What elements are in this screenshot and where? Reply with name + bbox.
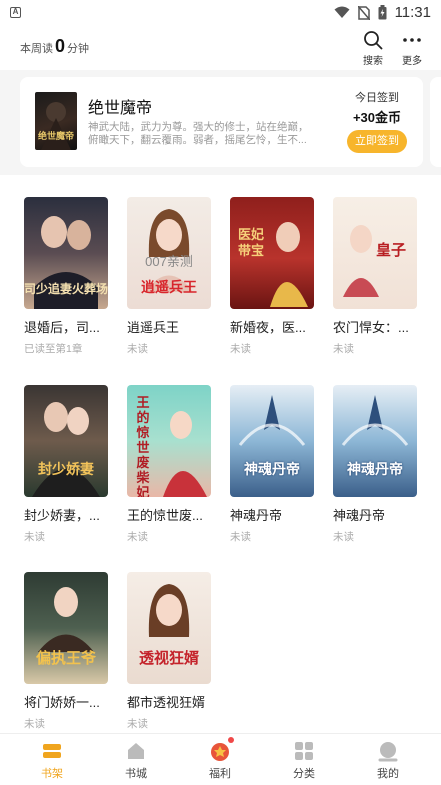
tab-bookstore[interactable]: 书城 [106, 740, 166, 781]
tab-label: 书城 [125, 768, 147, 780]
book-title: 退婚后，司... [24, 320, 100, 335]
week-minutes: 0 [55, 36, 66, 56]
cover-text: 皇子 [375, 242, 406, 259]
week-suffix: 分钟 [67, 43, 90, 55]
book-title: 封少娇妻，... [24, 508, 100, 523]
reading-status: 未读 [24, 531, 45, 543]
tab-label: 书架 [41, 768, 63, 780]
tab-welfare[interactable]: 福利 [190, 737, 250, 781]
book-item[interactable]: 神魂丹帝 神魂丹帝 未读 [230, 385, 314, 544]
cover-art [32, 402, 100, 497]
bookstore-icon [125, 740, 147, 762]
book-cover[interactable]: 王的惊世废柴妃 [127, 385, 211, 497]
weekly-reading-time: 本周读 0 分钟 [20, 36, 89, 57]
gift-icon [209, 737, 234, 762]
reading-status: 未读 [333, 343, 354, 355]
profile-icon [377, 740, 399, 762]
cover-text: 逍遥兵王 [141, 279, 197, 295]
cover-text: 偏执王爷 [35, 650, 96, 667]
book-title: 神魂丹帝 [333, 508, 386, 523]
tab-label: 分类 [293, 768, 315, 780]
signin-book-cover[interactable]: 绝世魔帝 [35, 92, 77, 150]
book-cover[interactable]: 神魂丹帝 [333, 385, 417, 497]
cover-text: 神魂丹帝 [244, 461, 300, 477]
wifi-icon [334, 6, 350, 18]
reading-status: 未读 [127, 718, 148, 730]
more-label: 更多 [402, 56, 422, 67]
status-bar: A 11:31 [0, 0, 441, 26]
tab-label: 福利 [209, 768, 231, 780]
signin-book-description: 神武大陆，武力为尊。强大的修士，站在绝巅，俯瞰天下，翻云覆雨。弱者，摇尾乞怜，生… [88, 121, 309, 146]
book-item[interactable]: 神魂丹帝 神魂丹帝 未读 [333, 385, 417, 544]
tab-category[interactable]: 分类 [274, 740, 334, 781]
bookshelf-grid: 司少追妻火葬场 退婚后，司... 已读至第1章 007亲测 逍遥兵王 逍遥兵王 … [0, 175, 441, 733]
more-icon [403, 38, 421, 42]
reading-status: 未读 [230, 343, 251, 355]
next-card-peek[interactable] [430, 77, 441, 167]
no-sim-icon [357, 5, 370, 20]
reading-status: 未读 [24, 718, 45, 730]
book-item[interactable]: 偏执王爷 将门娇娇一... 未读 [24, 572, 108, 731]
book-title: 新婚夜，医... [230, 320, 306, 335]
tab-profile[interactable]: 我的 [358, 740, 418, 781]
cover-text: 司少追妻火葬场 [24, 282, 108, 296]
signin-book-title: 绝世魔帝 [88, 100, 153, 117]
book-cover[interactable]: 封少娇妻 [24, 385, 108, 497]
signin-cover-text: 绝世魔帝 [37, 131, 74, 141]
app-notification-icon: A [10, 7, 21, 18]
cover-text: 王的惊世废柴妃 [136, 395, 150, 497]
search-label: 搜索 [363, 56, 383, 67]
battery-icon [378, 5, 387, 20]
book-cover[interactable]: 皇子 [333, 197, 417, 309]
shelf-header: 本周读 0 分钟 搜索 更多 [0, 26, 441, 70]
signin-button[interactable]: 立即签到 [347, 130, 407, 153]
search-button[interactable]: 搜索 [359, 30, 387, 67]
daily-signin-card[interactable]: 绝世魔帝 绝世魔帝 神武大陆，武力为尊。强大的修士，站在绝巅，俯瞰天下，翻云覆雨… [20, 77, 423, 167]
today-signin-label: 今日签到 [355, 92, 399, 104]
cover-art [341, 395, 409, 446]
book-item[interactable]: 透视狂婿 都市透视狂婿 未读 [127, 572, 211, 731]
book-cover[interactable]: 司少追妻火葬场 [24, 197, 108, 309]
reading-status: 未读 [230, 531, 251, 543]
book-cover[interactable]: 透视狂婿 [127, 572, 211, 684]
search-icon [364, 31, 383, 50]
book-title: 逍遥兵王 [127, 320, 180, 335]
cover-watermark: 007亲测 [145, 254, 193, 269]
week-prefix: 本周读 [20, 43, 53, 55]
bookshelf-icon [41, 740, 63, 762]
book-item[interactable]: 医妃带宝 新婚夜，医... 未读 [230, 197, 314, 356]
tab-label: 我的 [377, 768, 399, 780]
cover-text: 透视狂婿 [138, 650, 199, 667]
book-title: 农门悍女：... [333, 320, 409, 335]
bottom-tab-bar: 书架 书城 福利 分类 我的 [0, 733, 441, 785]
reading-status: 未读 [127, 343, 148, 355]
book-item[interactable]: 司少追妻火葬场 退婚后，司... 已读至第1章 [24, 197, 108, 356]
reading-status: 未读 [333, 531, 354, 543]
reading-status: 已读至第1章 [24, 343, 83, 355]
book-item[interactable]: 封少娇妻 封少娇妻，... 未读 [24, 385, 108, 544]
category-icon [293, 740, 315, 762]
book-title: 都市透视狂婿 [127, 695, 206, 710]
cover-text: 医妃带宝 [237, 227, 264, 258]
book-item[interactable]: 王的惊世废柴妃 王的惊世废... 未读 [127, 385, 211, 544]
book-title: 将门娇娇一... [24, 695, 100, 710]
signin-reward: +30金币 [352, 110, 401, 125]
book-title: 王的惊世废... [127, 508, 203, 523]
book-cover[interactable]: 神魂丹帝 [230, 385, 314, 497]
cover-text: 封少娇妻 [38, 461, 94, 477]
book-item[interactable]: 皇子 农门悍女：... 未读 [333, 197, 417, 356]
reading-status: 未读 [127, 531, 148, 543]
more-button[interactable]: 更多 [398, 30, 426, 67]
cover-text: 神魂丹帝 [347, 461, 403, 477]
book-item[interactable]: 007亲测 逍遥兵王 逍遥兵王 未读 [127, 197, 211, 356]
notification-dot [228, 737, 234, 743]
tab-bookshelf[interactable]: 书架 [22, 740, 82, 781]
book-title: 神魂丹帝 [230, 508, 283, 523]
cover-art [238, 395, 306, 446]
book-cover[interactable]: 偏执王爷 [24, 572, 108, 684]
book-cover[interactable]: 007亲测 逍遥兵王 [127, 197, 211, 309]
book-cover[interactable]: 医妃带宝 [230, 197, 314, 309]
clock: 11:31 [394, 4, 431, 21]
